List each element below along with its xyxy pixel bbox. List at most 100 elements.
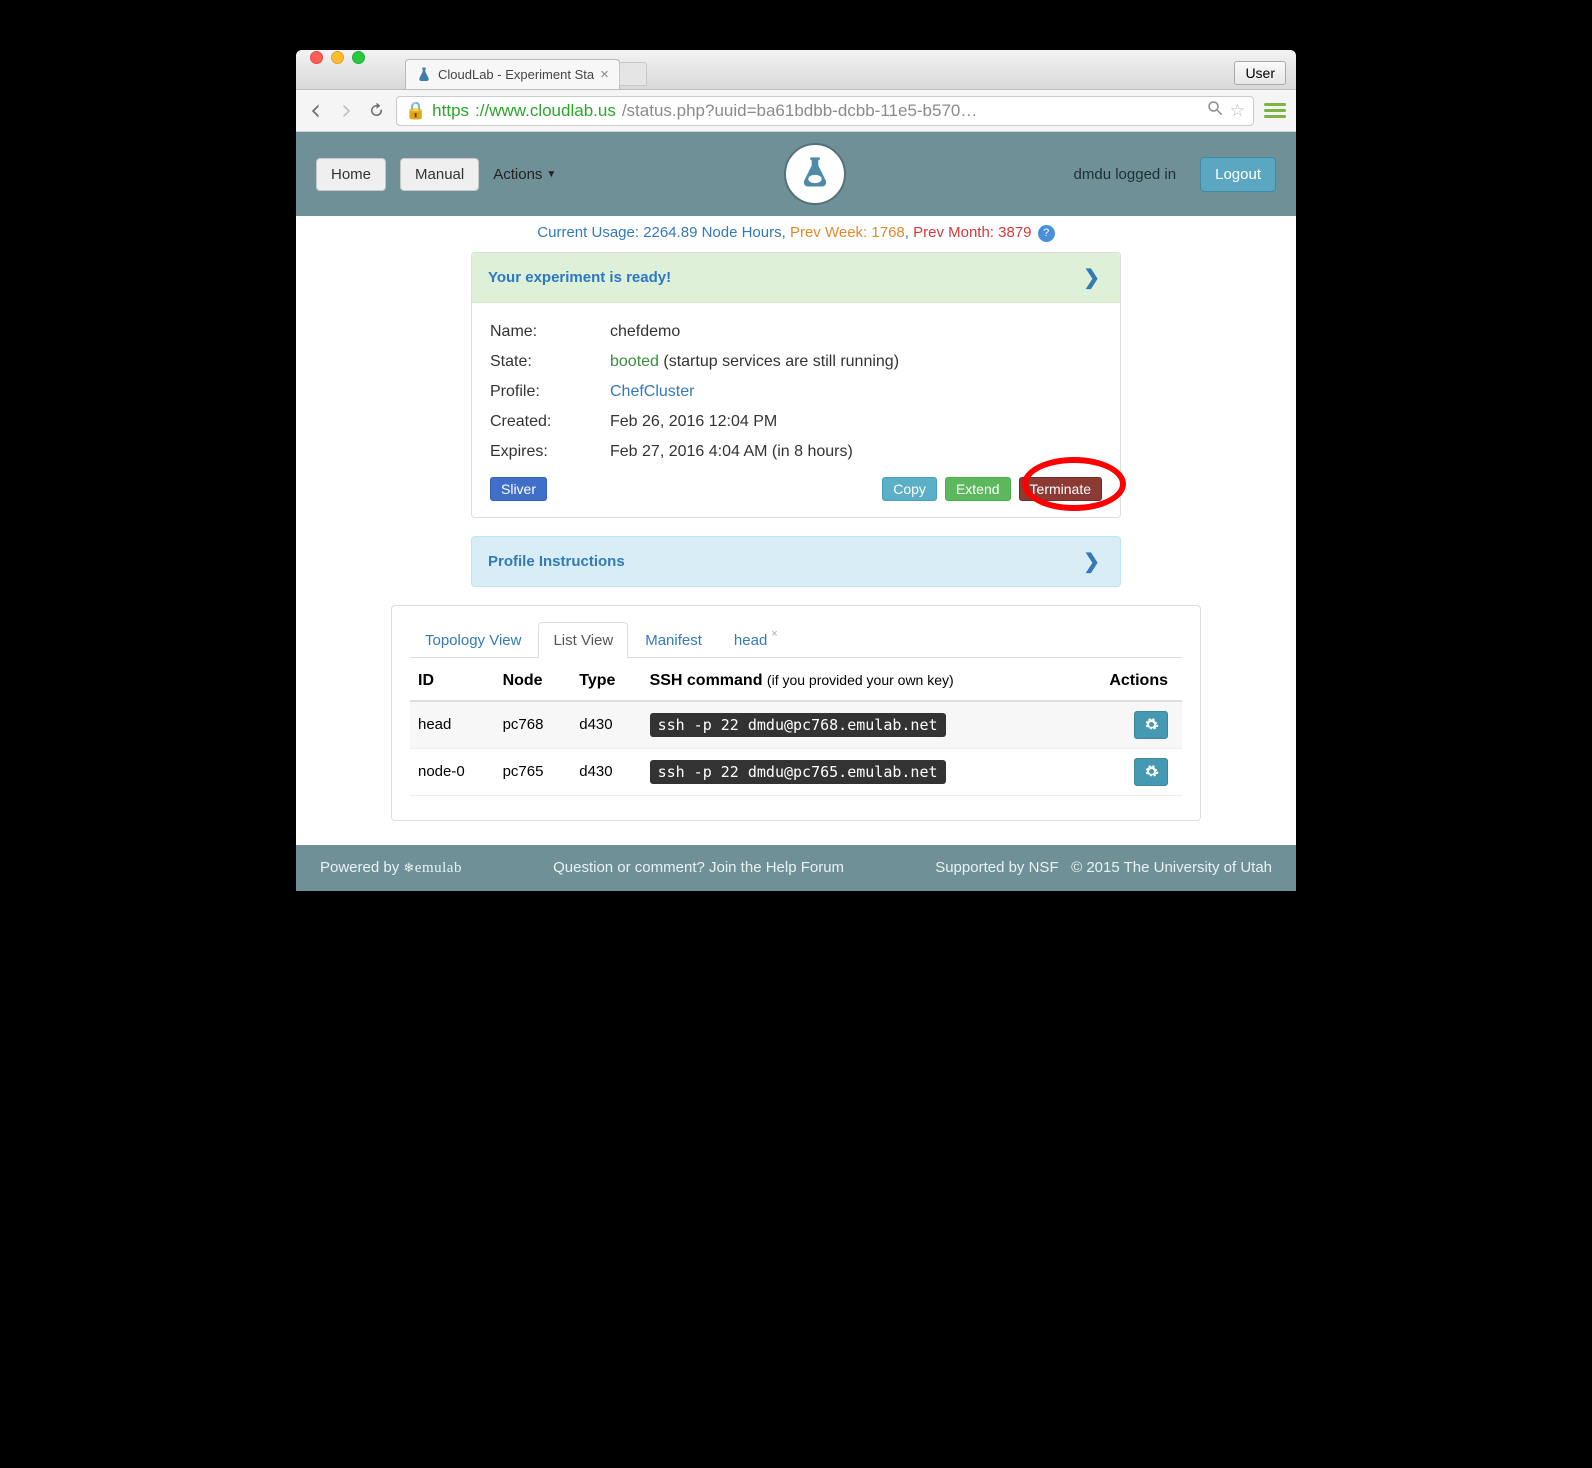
profile-instructions-panel: Profile Instructions ❯ (471, 536, 1121, 587)
ssh-command[interactable]: ssh -p 22 dmdu@pc768.emulab.net (650, 713, 946, 737)
sliver-button[interactable]: Sliver (490, 477, 547, 501)
instructions-title: Profile Instructions (488, 553, 625, 570)
row-actions-button[interactable] (1134, 711, 1168, 739)
usage-row: Current Usage: 2264.89 Node Hours, Prev … (296, 216, 1296, 252)
tab-head-label: head (734, 632, 767, 649)
cloudlab-logo[interactable] (784, 143, 846, 205)
tab-head[interactable]: head × (719, 622, 793, 658)
ssh-command[interactable]: ssh -p 22 dmdu@pc765.emulab.net (650, 760, 946, 784)
copy-button[interactable]: Copy (882, 477, 937, 501)
maximize-window-icon[interactable] (352, 51, 365, 64)
window-controls (310, 50, 365, 77)
instructions-header[interactable]: Profile Instructions ❯ (471, 536, 1121, 587)
supported-by: Supported by NSF (935, 859, 1058, 876)
col-type: Type (571, 662, 641, 701)
col-node: Node (495, 662, 572, 701)
name-label: Name: (490, 323, 610, 341)
help-icon[interactable]: ? (1038, 225, 1055, 242)
browser-window: CloudLab - Experiment Sta × User 🔒 https… (296, 50, 1296, 891)
site-header: Home Manual Actions ▼ dmdu logged in Log… (296, 132, 1296, 216)
usage-current-label: Current Usage: (537, 224, 643, 241)
table-row: head pc768 d430 ssh -p 22 dmdu@pc768.emu… (410, 701, 1182, 749)
cell-id: node-0 (410, 748, 495, 795)
profile-label: Profile: (490, 383, 610, 401)
experiment-status-panel: Your experiment is ready! ❯ Name:chefdem… (471, 252, 1121, 518)
user-menu-button[interactable]: User (1234, 61, 1286, 85)
powered-by: Powered by ❄emulab (320, 859, 462, 877)
table-row: node-0 pc765 d430 ssh -p 22 dmdu@pc765.e… (410, 748, 1182, 795)
name-value: chefdemo (610, 323, 680, 341)
usage-prev-month-label: Prev Month: (913, 224, 998, 241)
browser-tab[interactable]: CloudLab - Experiment Sta × (405, 59, 620, 89)
status-panel-header[interactable]: Your experiment is ready! ❯ (472, 253, 1120, 303)
extend-button[interactable]: Extend (945, 477, 1011, 501)
actions-label: Actions (493, 166, 542, 183)
minimize-window-icon[interactable] (331, 51, 344, 64)
chevron-right-icon: ❯ (1083, 549, 1104, 574)
tab-manifest[interactable]: Manifest (630, 622, 717, 658)
caret-down-icon: ▼ (546, 169, 556, 180)
created-value: Feb 26, 2016 12:04 PM (610, 413, 777, 431)
home-button[interactable]: Home (316, 158, 386, 191)
login-status: dmdu logged in (1074, 166, 1177, 183)
topology-panel: Topology View List View Manifest head × I… (391, 605, 1201, 821)
status-panel-title: Your experiment is ready! (488, 269, 671, 286)
zoom-icon[interactable] (1206, 99, 1224, 122)
terminate-button[interactable]: Terminate (1019, 477, 1102, 501)
gear-icon (1144, 764, 1159, 779)
logout-button[interactable]: Logout (1200, 157, 1276, 192)
flask-icon (416, 67, 432, 83)
state-value: booted (610, 353, 659, 370)
created-label: Created: (490, 413, 610, 431)
titlebar: CloudLab - Experiment Sta × User (296, 50, 1296, 90)
col-actions: Actions (1073, 662, 1182, 701)
manual-button[interactable]: Manual (400, 158, 479, 191)
copyright: © 2015 The University of Utah (1071, 859, 1272, 876)
state-label: State: (490, 353, 610, 371)
url-field[interactable]: 🔒 https ://www.cloudlab.us/status.php?uui… (396, 96, 1254, 126)
cell-type: d430 (571, 748, 641, 795)
address-bar: 🔒 https ://www.cloudlab.us/status.php?uui… (296, 90, 1296, 132)
help-forum-link[interactable]: Question or comment? Join the Help Forum (553, 859, 844, 876)
tab-title: CloudLab - Experiment Sta (438, 67, 594, 82)
bookmark-icon[interactable]: ☆ (1230, 101, 1245, 121)
footer-right: Supported by NSF © 2015 The University o… (935, 859, 1272, 876)
cell-node: pc768 (495, 701, 572, 749)
profile-link[interactable]: ChefCluster (610, 383, 694, 401)
forward-icon (336, 101, 356, 121)
expires-value: Feb 27, 2016 4:04 AM (in 8 hours) (610, 443, 853, 461)
new-tab-button[interactable] (619, 62, 647, 86)
flask-logo-icon (795, 154, 835, 194)
node-table: ID Node Type SSH command (if you provide… (410, 662, 1182, 796)
usage-prev-month-value: 3879 (998, 224, 1031, 241)
col-ssh: SSH command (if you provided your own ke… (642, 662, 1074, 701)
gear-icon (1144, 717, 1159, 732)
cell-id: head (410, 701, 495, 749)
tab-close-icon[interactable]: × (600, 66, 609, 83)
tab-topology[interactable]: Topology View (410, 622, 536, 658)
url-host: ://www.cloudlab.us (475, 101, 616, 121)
usage-current-value: 2264.89 Node Hours (643, 224, 781, 241)
state-extra: (startup services are still running) (659, 353, 899, 370)
chevron-right-icon: ❯ (1083, 265, 1104, 290)
url-path: /status.php?uuid=ba61bdbb-dcbb-11e5-b570… (622, 101, 978, 121)
actions-dropdown[interactable]: Actions ▼ (493, 166, 556, 183)
tab-close-icon[interactable]: × (771, 628, 777, 640)
url-scheme: https (432, 101, 469, 121)
cell-node: pc765 (495, 748, 572, 795)
usage-prev-week-label: Prev Week: (790, 224, 871, 241)
expires-label: Expires: (490, 443, 610, 461)
close-window-icon[interactable] (310, 51, 323, 64)
site-footer: Powered by ❄emulab Question or comment? … (296, 845, 1296, 891)
back-icon[interactable] (306, 101, 326, 121)
usage-prev-week-value: 1768 (871, 224, 904, 241)
reload-icon[interactable] (366, 101, 386, 121)
cell-type: d430 (571, 701, 641, 749)
lock-icon: 🔒 (405, 101, 426, 121)
view-tabs: Topology View List View Manifest head × (410, 622, 1182, 658)
tab-list[interactable]: List View (538, 622, 628, 658)
row-actions-button[interactable] (1134, 758, 1168, 786)
hamburger-menu-icon[interactable] (1264, 100, 1286, 121)
col-id: ID (410, 662, 495, 701)
snowflake-icon: ❄ (403, 860, 414, 875)
